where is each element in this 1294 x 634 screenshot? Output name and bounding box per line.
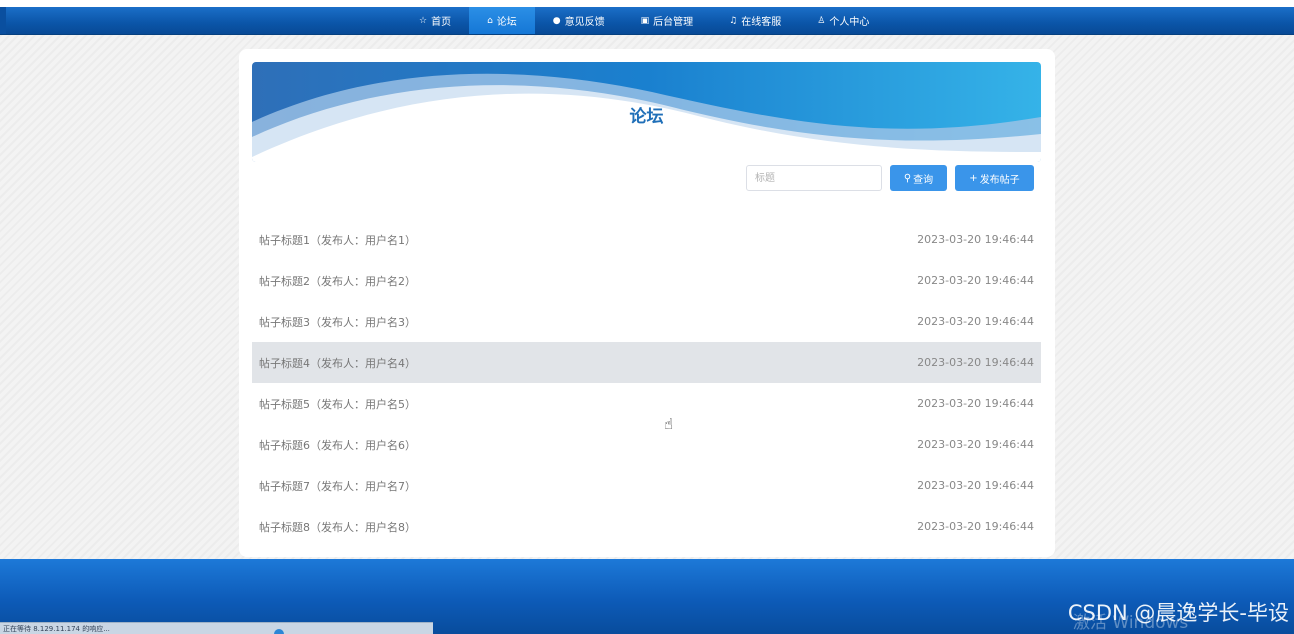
nav-edge — [0, 7, 6, 34]
nav-admin-label: 后台管理 — [653, 17, 694, 28]
list-item[interactable]: 帖子标题5（发布人：用户名5） 2023-03-20 19:46:44 — [252, 383, 1041, 424]
top-nav-bar: ☆ 首页 ⌂ 论坛 ● 意见反馈 ▣ 后台管理 ♫ 在线客服 ♙ 个人中心 — [0, 7, 1294, 35]
list-item[interactable]: 帖子标题3（发布人：用户名3） 2023-03-20 19:46:44 — [252, 301, 1041, 342]
nav-support-label: 在线客服 — [741, 17, 782, 28]
query-button-label: 查询 — [913, 174, 934, 186]
post-date: 2023-03-20 19:46:44 — [917, 479, 1034, 492]
post-title: 帖子标题5（发布人：用户名5） — [259, 397, 416, 411]
post-title: 帖子标题8（发布人：用户名8） — [259, 520, 416, 534]
query-button[interactable]: ⚲ 查询 — [890, 165, 947, 191]
top-strip — [0, 0, 1294, 7]
list-item[interactable]: 帖子标题1（发布人：用户名1） 2023-03-20 19:46:44 — [252, 219, 1041, 260]
post-date: 2023-03-20 19:46:44 — [917, 274, 1034, 287]
nav-admin[interactable]: ▣ 后台管理 — [623, 7, 712, 34]
post-title: 帖子标题7（发布人：用户名7） — [259, 479, 416, 493]
info-icon: ● — [552, 15, 561, 26]
list-item[interactable]: 帖子标题6（发布人：用户名6） 2023-03-20 19:46:44 — [252, 424, 1041, 465]
post-date: 2023-03-20 19:46:44 — [917, 520, 1034, 533]
post-date: 2023-03-20 19:46:44 — [917, 397, 1034, 410]
headset-icon: ♫ — [729, 15, 738, 26]
nav-home-label: 首页 — [431, 17, 452, 28]
home-icon: ⌂ — [487, 15, 493, 26]
main-nav: ☆ 首页 ⌂ 论坛 ● 意见反馈 ▣ 后台管理 ♫ 在线客服 ♙ 个人中心 — [401, 7, 887, 34]
page-title: 论坛 — [629, 107, 664, 127]
list-item[interactable]: 帖子标题8（发布人：用户名8） 2023-03-20 19:46:44 — [252, 506, 1041, 547]
title-search-input[interactable] — [746, 165, 882, 191]
nav-profile-label: 个人中心 — [829, 17, 870, 28]
nav-profile[interactable]: ♙ 个人中心 — [799, 7, 887, 34]
search-icon: ⚲ — [903, 172, 912, 184]
post-title: 帖子标题1（发布人：用户名1） — [259, 233, 416, 247]
status-indicator — [274, 629, 284, 634]
post-date: 2023-03-20 19:46:44 — [917, 233, 1034, 246]
post-title: 帖子标题4（发布人：用户名4） — [259, 356, 416, 370]
star-icon: ☆ — [419, 15, 428, 26]
forum-banner: 论坛 — [252, 62, 1041, 162]
browser-status-bar: 正在等待 8.129.11.174 的响应... — [0, 622, 433, 634]
create-post-button[interactable]: + 发布帖子 — [955, 165, 1034, 191]
plus-icon: + — [969, 172, 978, 184]
post-title: 帖子标题3（发布人：用户名3） — [259, 315, 416, 329]
post-title: 帖子标题2（发布人：用户名2） — [259, 274, 416, 288]
post-date: 2023-03-20 19:46:44 — [917, 356, 1034, 369]
list-item[interactable]: 帖子标题7（发布人：用户名7） 2023-03-20 19:46:44 — [252, 465, 1041, 506]
admin-icon: ▣ — [640, 15, 650, 26]
post-date: 2023-03-20 19:46:44 — [917, 315, 1034, 328]
list-item[interactable]: 帖子标题4（发布人：用户名4） 2023-03-20 19:46:44 — [252, 342, 1041, 383]
create-post-label: 发布帖子 — [979, 174, 1020, 186]
list-item[interactable]: 帖子标题2（发布人：用户名2） 2023-03-20 19:46:44 — [252, 260, 1041, 301]
hand-cursor-icon: ☝ — [664, 415, 674, 433]
post-list: 帖子标题1（发布人：用户名1） 2023-03-20 19:46:44 帖子标题2… — [252, 219, 1041, 547]
nav-forum-label: 论坛 — [496, 17, 517, 28]
nav-support[interactable]: ♫ 在线客服 — [711, 7, 799, 34]
nav-feedback-label: 意见反馈 — [564, 17, 605, 28]
post-date: 2023-03-20 19:46:44 — [917, 438, 1034, 451]
user-icon: ♙ — [817, 15, 826, 26]
csdn-watermark: CSDN @晨逸学长-毕设 — [1067, 601, 1289, 625]
nav-feedback[interactable]: ● 意见反馈 — [535, 7, 623, 34]
forum-card: 论坛 ⚲查询 +发布帖子 帖子标题1（发布人：用户名1） 2023-03-20 1… — [239, 49, 1055, 557]
post-title: 帖子标题6（发布人：用户名6） — [259, 438, 416, 452]
nav-home[interactable]: ☆ 首页 — [401, 7, 469, 34]
nav-forum[interactable]: ⌂ 论坛 — [469, 7, 535, 34]
